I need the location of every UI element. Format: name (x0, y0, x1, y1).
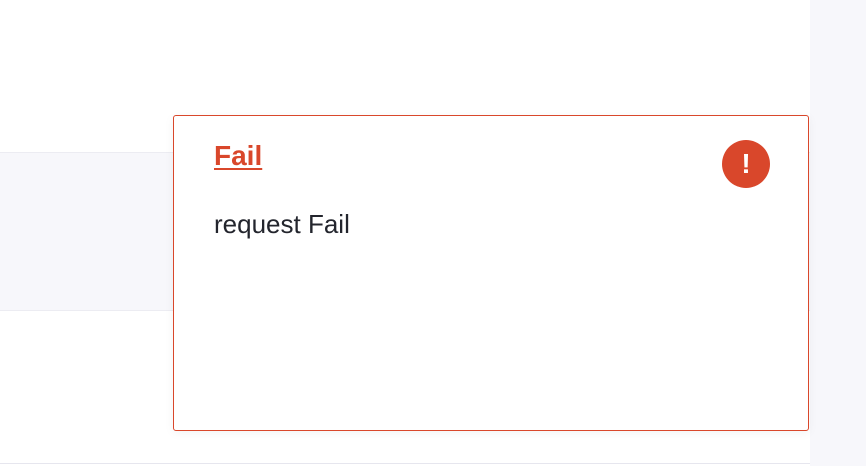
notification-message: request Fail (214, 209, 350, 239)
page: Fail request Fail ! (0, 0, 866, 466)
exclamation-icon: ! (722, 140, 770, 188)
error-notification: Fail request Fail ! (173, 115, 809, 431)
right-gutter (810, 0, 866, 466)
notification-title-link[interactable]: Fail (214, 140, 262, 172)
